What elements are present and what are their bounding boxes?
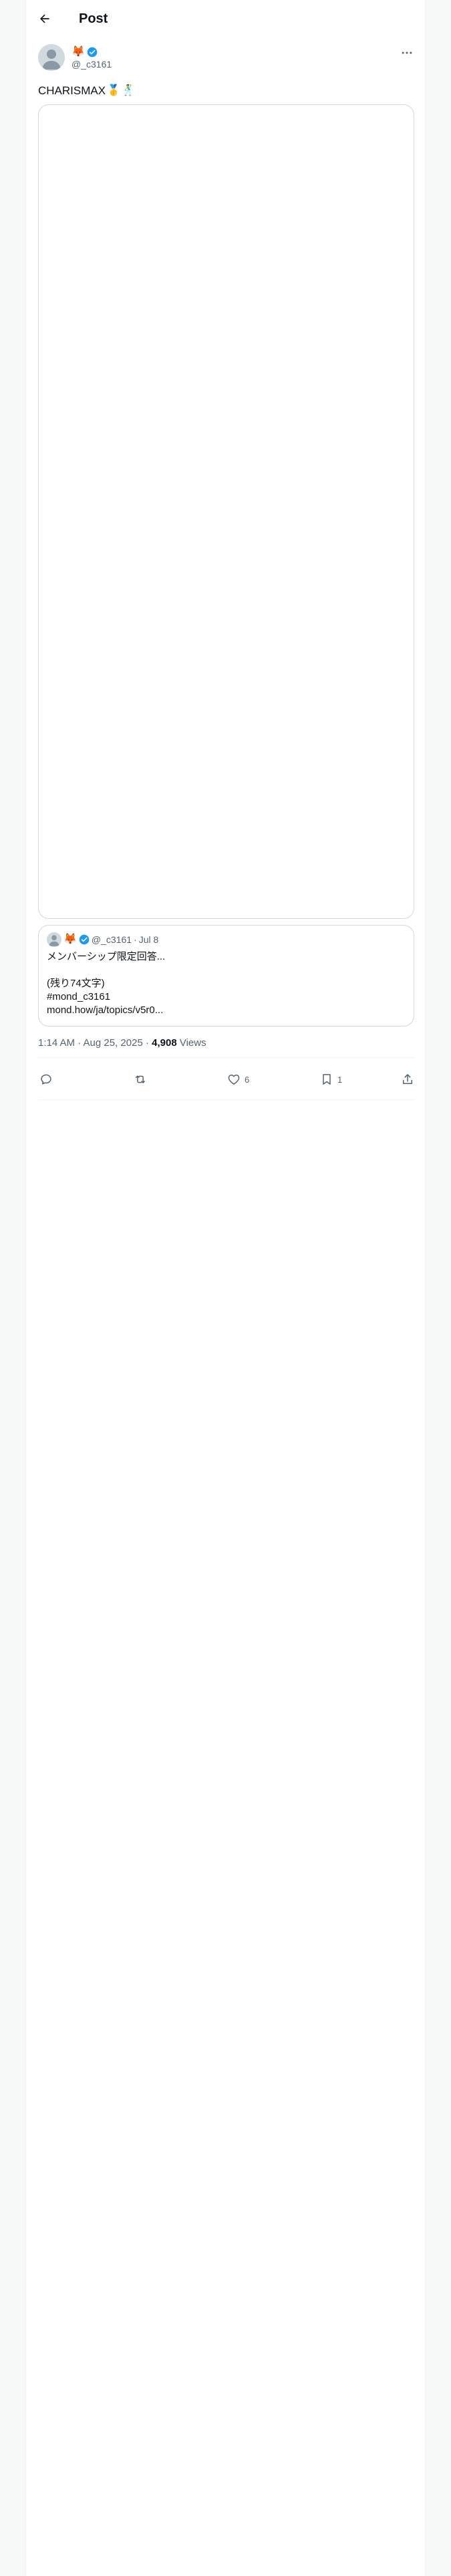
- main-column: Post 🦊 @_c3161 CHARISMAX 🥇 🕺 🦊 @_c3161 ·…: [25, 0, 426, 2576]
- share-icon: [403, 1074, 412, 1084]
- quoted-link[interactable]: mond.how/ja/topics/v5r0...: [47, 1004, 401, 1017]
- bookmark-count: 1: [337, 1074, 343, 1085]
- author-name-emoji: 🦊: [71, 46, 85, 58]
- repost-button[interactable]: [133, 1068, 152, 1091]
- back-button[interactable]: [33, 7, 57, 31]
- quoted-date: Jul 8: [138, 934, 159, 945]
- author-name[interactable]: 🦊: [71, 45, 98, 59]
- like-button[interactable]: 6: [227, 1068, 249, 1091]
- divider: [38, 1099, 414, 1100]
- post-meta: 1:14 AM · Aug 25, 2025 · 4,908 Views: [38, 1037, 206, 1050]
- action-bar: 6 1: [38, 1068, 414, 1091]
- quoted-post[interactable]: 🦊 @_c3161 · Jul 8 メンバーシップ限定回答... (残り74文字…: [38, 925, 414, 1027]
- media-card[interactable]: [38, 104, 414, 919]
- default-avatar-icon: [38, 44, 65, 71]
- quoted-separator: ·: [134, 934, 137, 945]
- divider: [38, 1057, 414, 1058]
- repost-icon: [136, 1075, 145, 1083]
- quoted-line: [47, 964, 401, 977]
- post-text-content: CHARISMAX: [38, 84, 106, 97]
- verified-badge-icon: [79, 934, 90, 945]
- post-text: CHARISMAX 🥇 🕺: [38, 83, 135, 99]
- quoted-avatar: [47, 932, 61, 947]
- bookmark-button[interactable]: 1: [320, 1068, 342, 1091]
- post-timestamp[interactable]: 1:14 AM · Aug 25, 2025 ·: [38, 1037, 152, 1049]
- quoted-line: メンバーシップ限定回答...: [47, 951, 166, 962]
- bookmark-icon: [323, 1074, 331, 1085]
- author-handle[interactable]: @_c3161: [71, 58, 112, 70]
- default-avatar-icon: [47, 932, 61, 947]
- like-count: 6: [245, 1074, 250, 1085]
- quoted-handle: @_c3161: [91, 934, 132, 945]
- post-emoji-medal: 🥇: [107, 85, 120, 96]
- arrow-left-icon: [40, 14, 49, 23]
- quoted-post-text: メンバーシップ限定回答... (残り74文字) #mond_c3161 mond…: [47, 950, 401, 1017]
- share-button[interactable]: [401, 1068, 414, 1091]
- reply-icon: [41, 1074, 51, 1085]
- post-emoji-dancer: 🕺: [122, 85, 135, 96]
- quoted-name-emoji: 🦊: [63, 934, 77, 945]
- page-header: Post: [26, 0, 425, 37]
- quoted-line: (残り74文字): [47, 978, 105, 989]
- verified-badge-icon: [87, 47, 98, 58]
- page-title: Post: [79, 11, 108, 26]
- views-count: 4,908: [152, 1037, 177, 1049]
- quoted-post-header: 🦊 @_c3161 · Jul 8: [47, 932, 158, 947]
- more-icon: [402, 51, 412, 54]
- quoted-hashtag[interactable]: #mond_c3161: [47, 990, 401, 1004]
- reply-button[interactable]: [39, 1068, 57, 1091]
- views-label: Views: [176, 1037, 206, 1049]
- more-options-button[interactable]: [396, 43, 418, 63]
- avatar[interactable]: [38, 44, 65, 71]
- heart-icon: [228, 1074, 240, 1085]
